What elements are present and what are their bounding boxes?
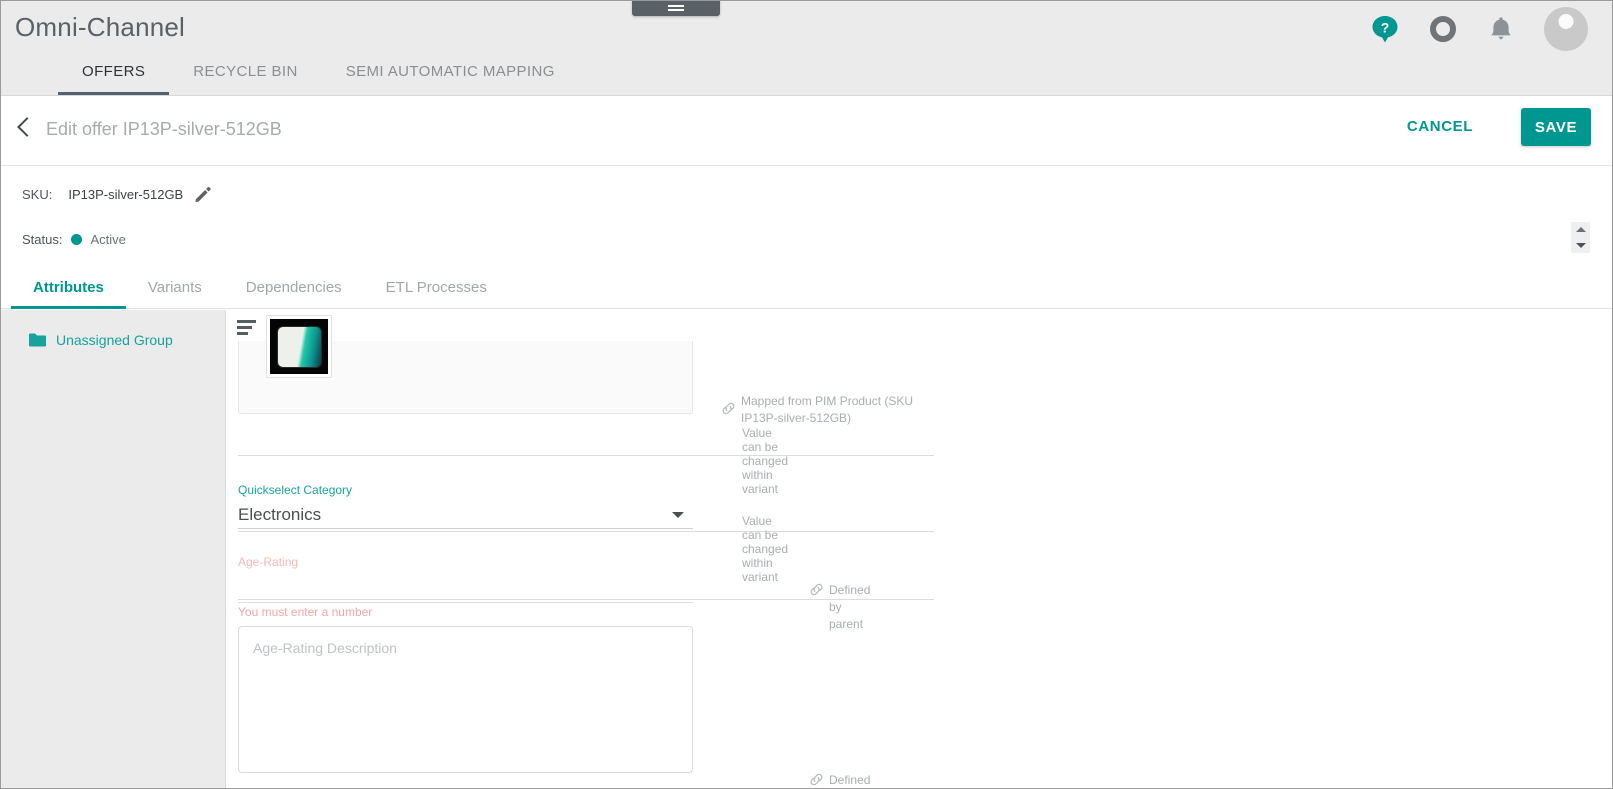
back-arrow-icon[interactable] (17, 117, 37, 137)
field-age-rating: Age-Rating You must enter a number Defin… (238, 555, 934, 631)
window-drag-handle[interactable] (632, 1, 720, 16)
tab-etl-processes-label: ETL Processes (385, 279, 487, 296)
edit-offer-header: Edit offer IP13P-silver-512GB CANCEL SAV… (1, 97, 1612, 166)
age-rating-description-annotation: Defined by parent (810, 772, 870, 788)
status-badge (71, 234, 83, 245)
save-button[interactable]: SAVE (1521, 108, 1591, 146)
avatar[interactable] (1544, 7, 1588, 51)
sku-row: SKU: IP13P-silver-512GB (22, 186, 211, 203)
drag-handle-lines-icon (668, 5, 684, 13)
field-age-rating-description: Defined by parent (238, 626, 870, 787)
status-value: Active (90, 232, 126, 247)
product-image-dropzone[interactable] (238, 315, 693, 414)
notifications-bell-icon[interactable] (1486, 14, 1516, 44)
tab-variants-label: Variants (147, 279, 202, 296)
phone-image (270, 319, 328, 374)
offer-meta-block: SKU: IP13P-silver-512GB Status: Active (1, 167, 1612, 267)
image-field-annotation: Mapped from PIM Product (SKU IP13P-silve… (722, 393, 937, 427)
tab-attributes[interactable]: Attributes (11, 267, 126, 309)
tab-recycle-bin[interactable]: RECYCLE BIN (169, 49, 321, 95)
tab-variants[interactable]: Variants (126, 267, 224, 309)
sidebar-item-unassigned-group[interactable]: Unassigned Group (1, 310, 225, 348)
stepper-up-icon[interactable] (1575, 227, 1586, 233)
application-window: Omni-Channel ? OFFERS RECYCLE BIN SEMI A… (0, 0, 1613, 789)
tab-dependencies[interactable]: Dependencies (224, 267, 364, 309)
age-rating-error: You must enter a number (238, 605, 373, 619)
phone-screen (276, 325, 322, 368)
field-divider (238, 455, 934, 456)
status-label: Status: (22, 232, 63, 247)
status-row: Status: Active (22, 232, 126, 247)
quickselect-category-label: Quickselect Category (238, 483, 353, 497)
field-quickselect-category: Quickselect Category Electronics Value c… (238, 483, 934, 584)
tab-offers[interactable]: OFFERS (58, 49, 170, 95)
age-rating-description-annotation-text: Defined by parent (829, 773, 871, 787)
tab-etl-processes[interactable]: ETL Processes (364, 267, 509, 309)
avatar-head (1558, 14, 1574, 29)
quickselect-category-value: Electronics (238, 504, 322, 524)
stepper-down-icon[interactable] (1575, 242, 1586, 248)
image-field-sub-annotation: Value can be changed within variant (742, 426, 789, 496)
quickselect-category-annotation: Value can be changed within variant (742, 514, 789, 584)
age-rating-annotation: Defined by parent (810, 582, 870, 633)
appbar-icon-group: ? (1370, 7, 1588, 51)
top-tab-bar: OFFERS RECYCLE BIN SEMI AUTOMATIC MAPPIN… (58, 49, 579, 95)
section-tab-bar: Attributes Variants Dependencies ETL Pro… (1, 267, 1612, 309)
attribute-group-sidebar: Unassigned Group (1, 310, 226, 788)
attributes-form: Mapped from PIM Product (SKU IP13P-silve… (238, 315, 1612, 788)
tab-dependencies-label: Dependencies (245, 279, 342, 296)
link-icon (810, 583, 823, 601)
field-product-image: Mapped from PIM Product (SKU IP13P-silve… (238, 315, 934, 496)
edit-offer-title: Edit offer IP13P-silver-512GB (46, 119, 282, 139)
vertical-scrollbar-track[interactable] (1603, 310, 1612, 780)
attributes-form-panel: Mapped from PIM Product (SKU IP13P-silve… (227, 310, 1612, 788)
list-view-icon[interactable] (237, 320, 256, 338)
link-icon (722, 402, 735, 420)
chevron-down-icon[interactable] (672, 512, 684, 518)
age-rating-label: Age-Rating (238, 555, 299, 569)
sidebar-item-label: Unassigned Group (56, 332, 173, 348)
sku-label: SKU: (22, 187, 53, 202)
tab-attributes-label: Attributes (33, 279, 104, 296)
tab-recycle-bin-label: RECYCLE BIN (193, 63, 298, 80)
product-image-thumbnail[interactable] (266, 315, 332, 378)
quickselect-category-select[interactable]: Electronics (238, 501, 693, 529)
cancel-button[interactable]: CANCEL (1407, 118, 1473, 135)
svg-text:?: ? (1381, 20, 1390, 36)
tab-offers-label: OFFERS (82, 63, 146, 80)
link-icon (810, 773, 823, 788)
status-ring-icon[interactable] (1428, 14, 1458, 44)
age-rating-description-textarea[interactable] (238, 626, 693, 773)
sku-value: IP13P-silver-512GB (68, 187, 184, 202)
value-stepper[interactable] (1571, 222, 1590, 253)
image-field-annotation-text: Mapped from PIM Product (SKU IP13P-silve… (741, 394, 914, 425)
main-body: Unassigned Group Mapped from PIM Product… (1, 310, 1612, 788)
top-app-bar: Omni-Channel ? OFFERS RECYCLE BIN SEMI A… (1, 1, 1612, 96)
field-divider (238, 531, 934, 532)
page-title: Omni-Channel (15, 12, 186, 42)
tab-semi-automatic-mapping-label: SEMI AUTOMATIC MAPPING (345, 63, 555, 80)
folder-icon (29, 333, 46, 347)
tab-semi-automatic-mapping[interactable]: SEMI AUTOMATIC MAPPING (322, 49, 579, 95)
pencil-icon[interactable] (194, 186, 211, 203)
help-icon[interactable]: ? (1370, 14, 1400, 44)
age-rating-annotation-text: Defined by parent (829, 583, 871, 631)
